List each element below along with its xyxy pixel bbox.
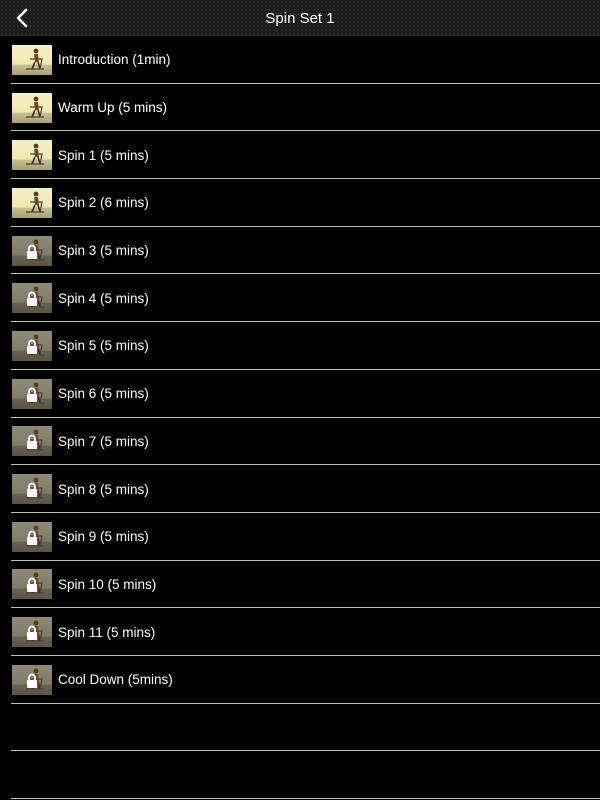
lock-icon <box>27 435 37 450</box>
list-item-label: Spin 9 (5 mins) <box>58 529 149 545</box>
lock-icon <box>27 673 37 688</box>
lock-icon <box>27 530 37 545</box>
workout-list: Introduction (1min) Warm Up (5 mins) Spin … <box>0 36 600 799</box>
lock-icon <box>27 244 37 259</box>
list-item-label: Cool Down (5mins) <box>58 672 173 688</box>
list-item[interactable]: Spin 3 (5 mins) <box>0 227 600 275</box>
list-item[interactable]: Spin 8 (5 mins) <box>0 465 600 513</box>
video-thumbnail <box>12 426 52 457</box>
video-thumbnail <box>12 235 52 266</box>
list-item[interactable]: Spin 1 (5 mins) <box>0 131 600 179</box>
lock-icon <box>27 291 37 307</box>
video-thumbnail <box>12 378 52 409</box>
list-item[interactable]: Warm Up (5 mins) <box>0 84 600 132</box>
list-item-label: Spin 5 (5 mins) <box>58 338 149 354</box>
video-thumbnail <box>12 92 52 123</box>
cyclist-thumbnail-figure <box>26 48 44 70</box>
list-item[interactable]: Spin 10 (5 mins) <box>0 561 600 609</box>
list-item-label: Introduction (1min) <box>58 52 171 68</box>
video-thumbnail <box>12 474 52 505</box>
video-thumbnail <box>12 330 52 361</box>
lock-icon <box>27 387 37 402</box>
list-item-label: Spin 6 (5 mins) <box>58 386 149 402</box>
list-item-label: Spin 8 (5 mins) <box>58 481 149 497</box>
page-title: Spin Set 1 <box>265 10 335 27</box>
list-item[interactable]: Spin 6 (5 mins) <box>0 370 600 418</box>
video-thumbnail <box>12 664 52 695</box>
cyclist-thumbnail-figure <box>26 143 44 165</box>
list-item[interactable]: Spin 4 (5 mins) <box>0 274 600 322</box>
list-item[interactable]: Spin 7 (5 mins) <box>0 418 600 466</box>
lock-icon <box>27 578 37 593</box>
navigation-bar: Spin Set 1 <box>0 0 600 36</box>
cyclist-thumbnail-figure <box>26 191 44 213</box>
list-item-label: Warm Up (5 mins) <box>58 100 168 116</box>
lock-icon <box>27 625 37 641</box>
video-thumbnail <box>12 569 52 600</box>
list-item[interactable]: Spin 9 (5 mins) <box>0 513 600 561</box>
list-item[interactable]: Spin 5 (5 mins) <box>0 322 600 370</box>
video-thumbnail <box>12 140 52 171</box>
list-item-label: Spin 4 (5 mins) <box>58 290 149 306</box>
list-item-label: Spin 1 (5 mins) <box>58 147 149 163</box>
video-thumbnail <box>12 521 52 552</box>
video-thumbnail <box>12 44 52 75</box>
lock-icon <box>27 482 37 498</box>
list-item[interactable]: Introduction (1min) <box>0 36 600 84</box>
list-item-label: Spin 7 (5 mins) <box>58 433 149 449</box>
list-item[interactable]: Spin 2 (6 mins) <box>0 179 600 227</box>
empty-row <box>0 704 600 752</box>
list-item[interactable]: Cool Down (5mins) <box>0 656 600 704</box>
list-item-label: Spin 10 (5 mins) <box>58 576 157 592</box>
list-item-label: Spin 2 (6 mins) <box>58 195 149 211</box>
video-thumbnail <box>12 617 52 648</box>
video-thumbnail <box>12 283 52 314</box>
list-item[interactable]: Spin 11 (5 mins) <box>0 608 600 656</box>
list-item-label: Spin 11 (5 mins) <box>58 624 156 640</box>
video-thumbnail <box>12 187 52 218</box>
empty-row <box>0 751 600 799</box>
lock-icon <box>27 339 37 354</box>
cyclist-thumbnail-figure <box>26 96 44 118</box>
list-item-label: Spin 3 (5 mins) <box>58 243 149 259</box>
